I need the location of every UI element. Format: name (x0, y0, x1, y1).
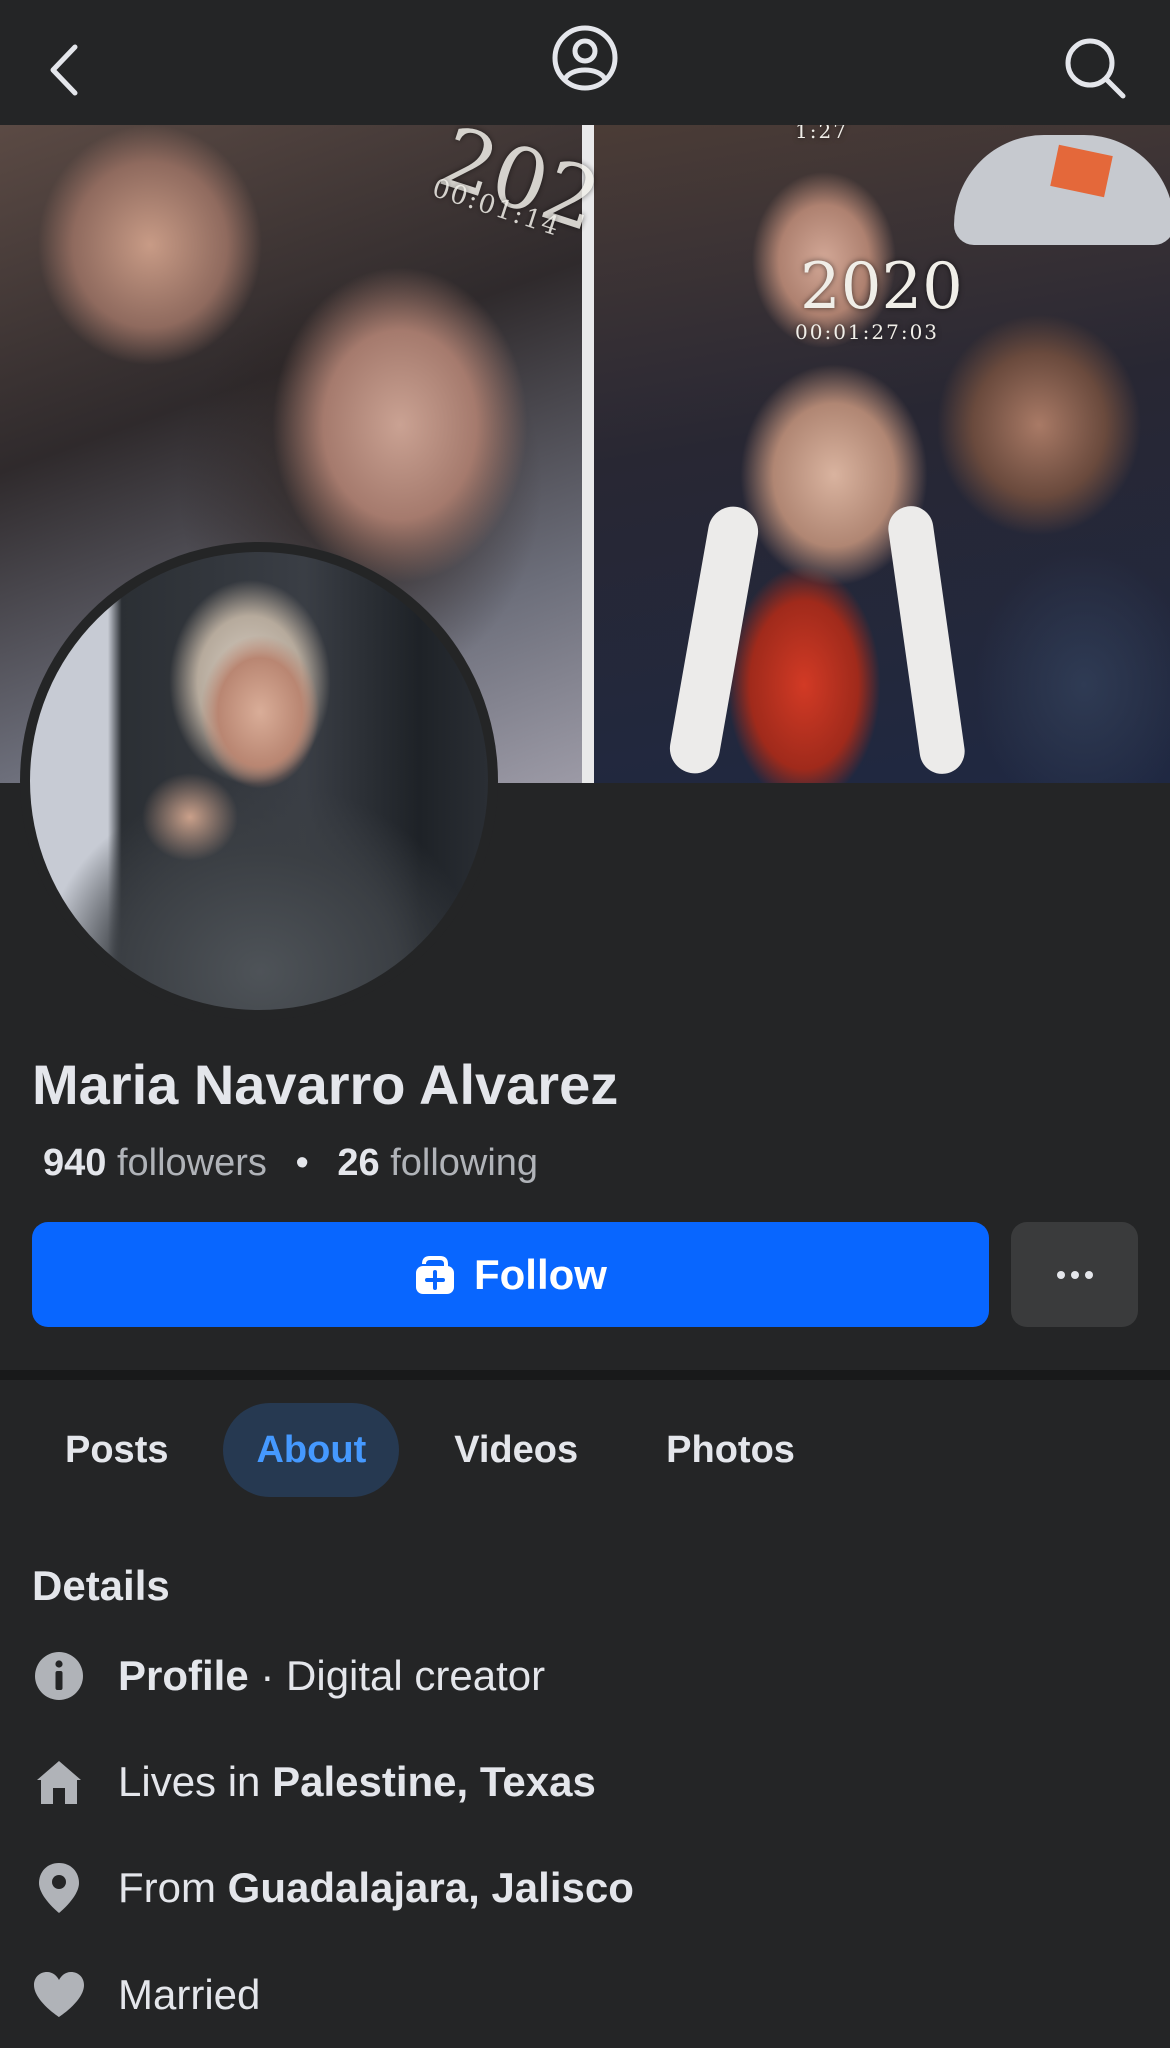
more-options-button[interactable] (1011, 1222, 1138, 1327)
profile-stats: 940 followers • 26 following (43, 1142, 538, 1185)
search-button[interactable] (1055, 28, 1135, 108)
detail-row-relationship: Married (32, 1960, 260, 2030)
home-icon (32, 1755, 86, 1809)
cover-photo-right-panel (594, 125, 1170, 783)
detail-relationship-status: Married (118, 1971, 261, 2018)
following-label[interactable]: following (390, 1142, 538, 1184)
cover-overlay-timer: 1:27 (795, 125, 848, 143)
profile-page: 202 00:01:14 1:27 2020 00:01:27:03 Maria… (0, 0, 1170, 2048)
detail-lives-in-prefix: Lives in (118, 1758, 273, 1805)
detail-row-lives-in: Lives in Palestine, Texas (32, 1747, 596, 1817)
avatar-photo (30, 552, 488, 1010)
follow-button-label: Follow (474, 1250, 607, 1298)
tab-photos[interactable]: Photos (633, 1403, 828, 1497)
back-button[interactable] (30, 28, 96, 112)
stats-separator: • (295, 1142, 309, 1184)
tab-videos[interactable]: Videos (421, 1403, 611, 1497)
section-divider (0, 1370, 1170, 1380)
cover-overlay-timer: 00:01:27:03 (795, 320, 940, 344)
profile-button[interactable] (545, 18, 625, 98)
tab-posts[interactable]: Posts (32, 1403, 201, 1497)
detail-from-prefix: From (118, 1864, 228, 1911)
detail-row-profile: Profile · Digital creator (32, 1641, 545, 1711)
cover-overlay-year: 2020 (800, 250, 963, 324)
tab-about[interactable]: About (223, 1403, 400, 1497)
detail-lives-in-value[interactable]: Palestine, Texas (272, 1758, 596, 1806)
profile-circle-icon (552, 25, 618, 91)
detail-row-from: From Guadalajara, Jalisco (32, 1853, 634, 1923)
heart-icon (32, 1968, 86, 2022)
follow-button[interactable]: Follow (32, 1222, 989, 1327)
jacket-trim-shape (665, 502, 763, 778)
jacket-trim-shape (885, 503, 968, 777)
profile-name: Maria Navarro Alvarez (32, 1053, 619, 1116)
profile-avatar[interactable] (20, 542, 498, 1020)
detail-from-value[interactable]: Guadalajara, Jalisco (228, 1864, 634, 1912)
detail-profile-label: Profile (118, 1652, 249, 1699)
detail-profile-category: · Digital creator (248, 1652, 546, 1699)
profile-tabs: Posts About Videos Photos (32, 1403, 850, 1497)
chevron-left-icon (50, 44, 78, 96)
top-bar (0, 0, 1170, 125)
follow-icon (414, 1254, 456, 1296)
search-icon (1065, 38, 1126, 99)
more-dots-icon (1056, 1270, 1093, 1279)
followers-label[interactable]: followers (117, 1142, 267, 1184)
info-icon (32, 1649, 86, 1703)
location-pin-icon (32, 1861, 86, 1915)
followers-count[interactable]: 940 (43, 1142, 106, 1184)
details-heading: Details (32, 1562, 170, 1609)
following-count[interactable]: 26 (337, 1142, 379, 1184)
